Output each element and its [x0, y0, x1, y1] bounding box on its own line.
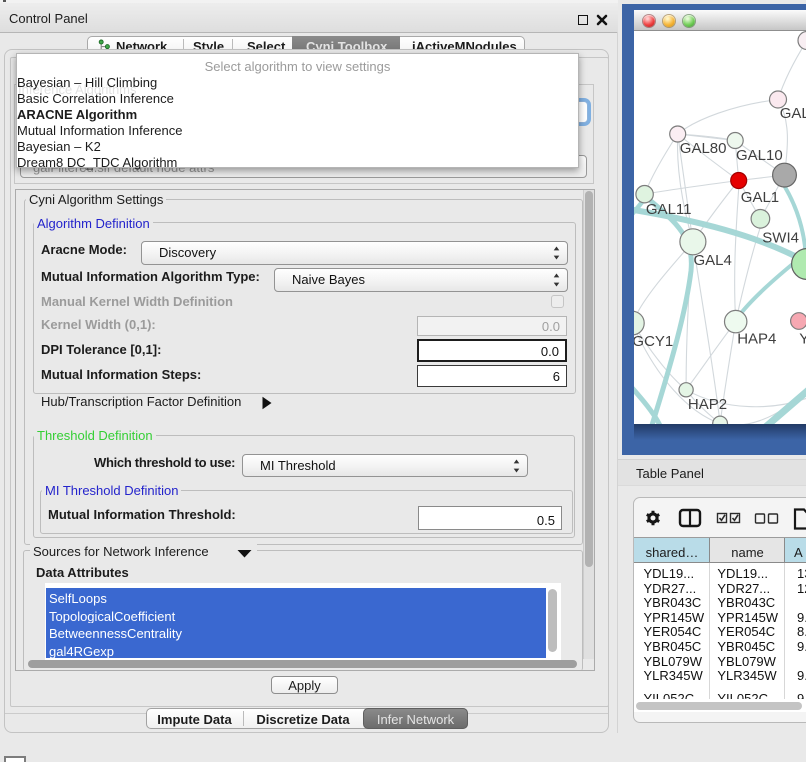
svg-text:Y: Y	[799, 331, 806, 348]
svg-text:GAL1: GAL1	[741, 189, 779, 206]
svg-text:GAL80: GAL80	[680, 140, 727, 157]
svg-text:SWI4: SWI4	[762, 229, 799, 246]
svg-text:GAL10: GAL10	[736, 147, 783, 164]
svg-text:HAP2: HAP2	[688, 396, 727, 413]
svg-text:HAP4: HAP4	[737, 331, 776, 348]
svg-text:GAL4: GAL4	[694, 252, 732, 269]
svg-text:GCY1: GCY1	[634, 333, 673, 350]
svg-text:GAL11: GAL11	[646, 201, 692, 218]
svg-text:GAL2: GAL2	[780, 105, 806, 122]
